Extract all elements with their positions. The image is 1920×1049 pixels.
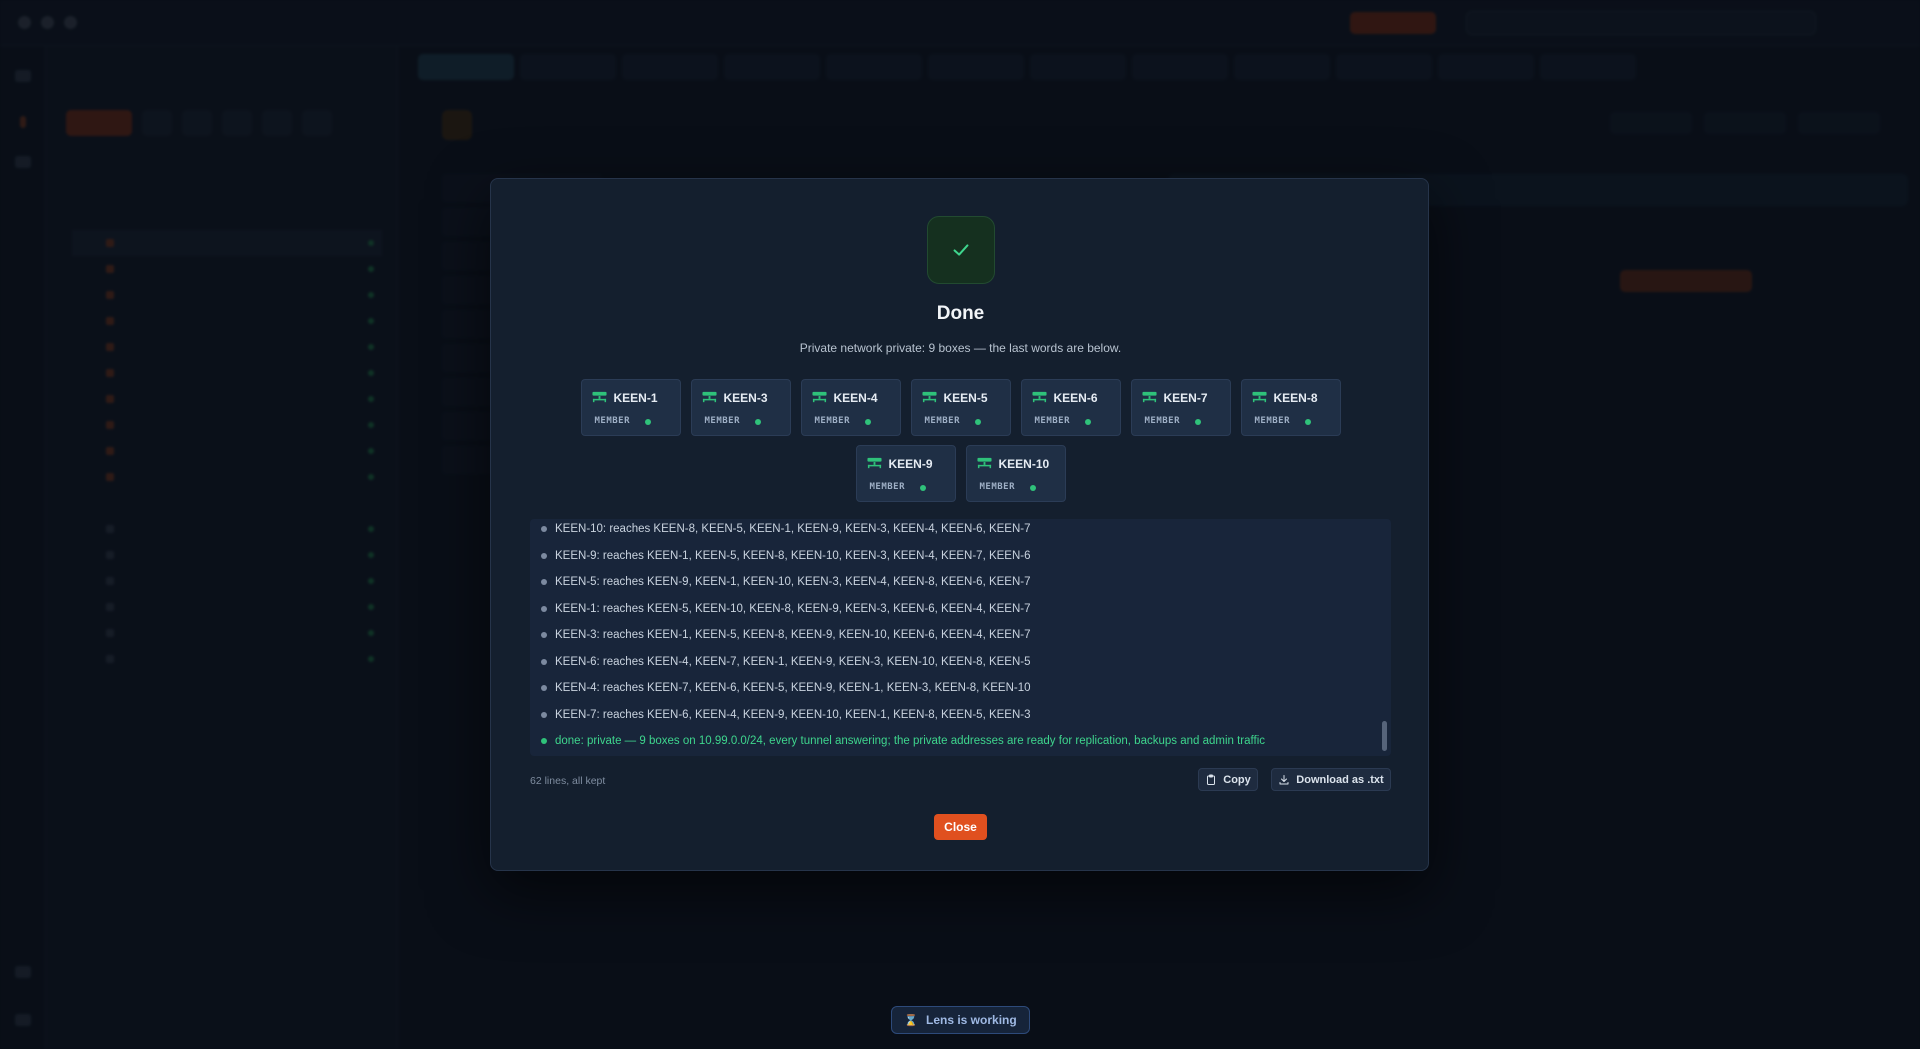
member-role: MEMBER	[1144, 416, 1181, 426]
server-icon	[701, 391, 717, 403]
hourglass-icon: ⌛	[904, 1014, 918, 1027]
log-scrollbar[interactable]	[1382, 721, 1387, 751]
member-role: MEMBER	[814, 416, 851, 426]
log-line: KEEN-1: reaches KEEN-5, KEEN-10, KEEN-8,…	[530, 599, 1031, 619]
download-label: Download as .txt	[1296, 773, 1384, 786]
server-icon	[976, 457, 992, 469]
log-line: KEEN-9: reaches KEEN-1, KEEN-5, KEEN-8, …	[530, 546, 1031, 566]
log-line: KEEN-6: reaches KEEN-4, KEEN-7, KEEN-1, …	[530, 652, 1031, 672]
log-done-text: done: private — 9 boxes on 10.99.0.0/24,…	[555, 735, 1266, 747]
log-bullet	[541, 632, 547, 638]
copy-label: Copy	[1223, 773, 1251, 786]
member-role: MEMBER	[869, 482, 906, 492]
member-name: KEEN-5	[943, 391, 988, 405]
status-pill-label: Lens is working	[926, 1013, 1017, 1027]
server-icon	[921, 391, 937, 403]
status-dot	[754, 419, 761, 425]
member-card[interactable]: KEEN-10 MEMBER	[965, 445, 1066, 502]
server-icon	[1031, 391, 1047, 403]
log-line: KEEN-7: reaches KEEN-6, KEEN-4, KEEN-9, …	[530, 705, 1031, 725]
member-card[interactable]: KEEN-8 MEMBER	[1240, 379, 1341, 436]
log-count: 62 lines, all kept	[530, 775, 606, 787]
server-icon	[1141, 391, 1157, 403]
member-name: KEEN-3	[723, 391, 768, 405]
members-row-1: KEEN-1 MEMBER KEEN-3 MEMBER KEEN-4 MEMBER KEEN…	[491, 379, 1430, 436]
log-line: KEEN-4: reaches KEEN-7, KEEN-6, KEEN-5, …	[530, 678, 1031, 698]
server-icon	[866, 457, 882, 469]
log-bullet	[541, 605, 547, 612]
members-row-2: KEEN-9 MEMBER KEEN-10 MEMBER	[491, 445, 1430, 502]
member-card[interactable]: KEEN-7 MEMBER	[1130, 379, 1231, 436]
server-icon	[811, 391, 827, 403]
status-dot	[974, 419, 981, 425]
status-dot	[1084, 419, 1091, 425]
log-text: KEEN-10: reaches KEEN-8, KEEN-5, KEEN-1,…	[555, 523, 1031, 535]
log-bullet	[541, 711, 547, 718]
member-role: MEMBER	[704, 416, 741, 426]
success-badge	[927, 216, 995, 284]
dialog-title: Done	[936, 303, 985, 324]
log-bullet	[541, 579, 547, 585]
member-name: KEEN-10	[998, 457, 1050, 471]
member-role: MEMBER	[1254, 416, 1291, 426]
download-button[interactable]: Download as .txt	[1271, 768, 1391, 791]
member-card[interactable]: KEEN-9 MEMBER	[855, 445, 956, 502]
member-role: MEMBER	[594, 416, 631, 426]
member-name: KEEN-8	[1273, 391, 1318, 405]
log-text: KEEN-7: reaches KEEN-6, KEEN-4, KEEN-9, …	[555, 708, 1031, 721]
status-dot	[1304, 419, 1311, 425]
member-card[interactable]: KEEN-5 MEMBER	[910, 379, 1011, 436]
log-output[interactable]: KEEN-10: reaches KEEN-8, KEEN-5, KEEN-1,…	[530, 519, 1391, 756]
log-text: KEEN-6: reaches KEEN-4, KEEN-7, KEEN-1, …	[555, 655, 1031, 668]
log-text: KEEN-5: reaches KEEN-9, KEEN-1, KEEN-10,…	[555, 576, 1031, 588]
member-card[interactable]: KEEN-4 MEMBER	[800, 379, 901, 436]
log-done-line: done: private — 9 boxes on 10.99.0.0/24,…	[530, 731, 1265, 751]
done-dialog: Done Private network private: 9 boxes — …	[490, 178, 1429, 871]
server-icon	[1251, 391, 1267, 403]
log-line: KEEN-5: reaches KEEN-9, KEEN-1, KEEN-10,…	[530, 572, 1031, 592]
status-dot	[864, 419, 871, 425]
log-line: KEEN-10: reaches KEEN-8, KEEN-5, KEEN-1,…	[530, 519, 1031, 539]
status-pill[interactable]: ⌛ Lens is working	[891, 1006, 1030, 1034]
status-dot	[1029, 485, 1036, 491]
close-button[interactable]: Close	[934, 814, 987, 840]
log-text: KEEN-4: reaches KEEN-7, KEEN-6, KEEN-5, …	[555, 682, 1031, 694]
member-name: KEEN-6	[1053, 391, 1098, 405]
copy-button[interactable]: Copy	[1198, 768, 1258, 791]
status-dot	[919, 485, 926, 491]
member-name: KEEN-9	[888, 457, 933, 471]
check-icon	[953, 244, 969, 256]
log-text: KEEN-9: reaches KEEN-1, KEEN-5, KEEN-8, …	[555, 549, 1031, 562]
status-dot	[644, 419, 651, 425]
log-bullet	[541, 526, 547, 532]
log-bullet	[541, 685, 547, 691]
clipboard-icon	[1207, 774, 1216, 785]
status-dot	[1194, 419, 1201, 425]
member-name: KEEN-1	[613, 391, 658, 405]
log-text: KEEN-3: reaches KEEN-1, KEEN-5, KEEN-8, …	[555, 629, 1031, 641]
member-role: MEMBER	[924, 416, 961, 426]
member-name: KEEN-4	[833, 391, 878, 405]
log-bullet	[541, 658, 547, 665]
member-name: KEEN-7	[1163, 391, 1208, 405]
member-card[interactable]: KEEN-1 MEMBER	[580, 379, 681, 436]
download-icon	[1279, 774, 1289, 784]
member-role: MEMBER	[979, 482, 1016, 492]
log-bullet	[541, 552, 547, 559]
member-card[interactable]: KEEN-6 MEMBER	[1020, 379, 1121, 436]
log-bullet	[541, 738, 547, 744]
member-card[interactable]: KEEN-3 MEMBER	[690, 379, 791, 436]
log-text: KEEN-1: reaches KEEN-5, KEEN-10, KEEN-8,…	[555, 602, 1031, 615]
member-role: MEMBER	[1034, 416, 1071, 426]
log-line: KEEN-3: reaches KEEN-1, KEEN-5, KEEN-8, …	[530, 625, 1031, 645]
dialog-description: Private network private: 9 boxes — the l…	[799, 341, 1122, 355]
server-icon	[591, 391, 607, 403]
